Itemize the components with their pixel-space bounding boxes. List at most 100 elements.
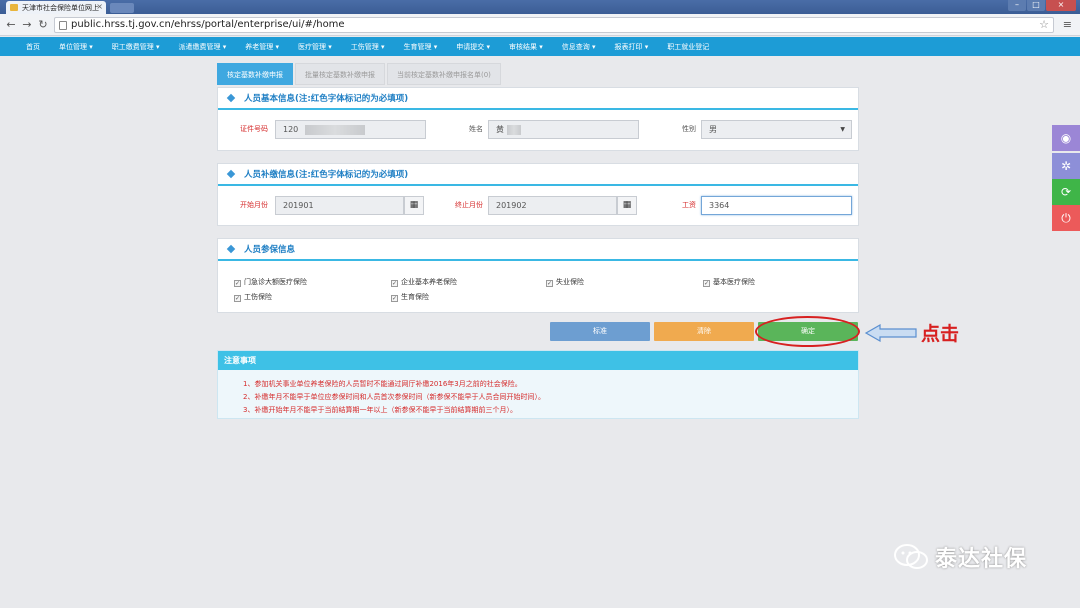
float-refresh-button[interactable]: ⟳ (1052, 179, 1080, 205)
calendar-icon[interactable]: ▦ (617, 196, 637, 215)
nav-item[interactable]: 工伤管理 ▾ (351, 42, 385, 52)
new-tab-button[interactable] (110, 3, 134, 13)
id-number-label: 证件号码 (240, 125, 268, 133)
insurance-checkbox[interactable]: ✓ 门急诊大额医疗保险 (234, 277, 307, 287)
subtabs: 核定基数补缴申报 批量核定基数补缴申报 当前核定基数补缴申报名单(0) (217, 63, 503, 85)
diamond-icon (226, 244, 236, 254)
close-window-icon[interactable]: × (1046, 0, 1076, 11)
gender-label: 性别 (682, 125, 696, 133)
nav-item[interactable]: 信息查询 ▾ (562, 42, 596, 52)
id-number-value: 120 (283, 125, 299, 134)
name-field[interactable]: 黄 (488, 120, 639, 139)
insurance-info-panel: 人员参保信息 ✓ 门急诊大额医疗保险 ✓ 企业基本养老保险 ✓ 失业保险 ✓ 基本医疗保… (217, 238, 859, 313)
address-bar[interactable]: public.hrss.tj.gov.cn/ehrss/portal/enter… (54, 17, 1054, 33)
insurance-label: 门急诊大额医疗保险 (244, 278, 307, 286)
nav-item[interactable]: 职工缴费管理 ▾ (112, 42, 160, 52)
insurance-label: 基本医疗保险 (713, 278, 755, 286)
nav-item[interactable]: 审核结果 ▾ (509, 42, 543, 52)
insurance-label: 生育保险 (401, 293, 429, 301)
minimize-icon[interactable]: – (1008, 0, 1026, 11)
basic-info-panel: 人员基本信息(注:红色字体标记的为必填项) 证件号码 120 姓名 黄 性别 男… (217, 87, 859, 151)
tab-batch-declaration[interactable]: 批量核定基数补缴申报 (295, 63, 385, 85)
bookmark-star-icon[interactable]: ☆ (1039, 18, 1049, 32)
watermark: 泰达社保 (893, 541, 1027, 573)
url-text: public.hrss.tj.gov.cn/ehrss/portal/enter… (71, 19, 345, 30)
clear-button[interactable]: 清除 (654, 322, 754, 341)
insurance-checkbox[interactable]: ✓ 企业基本养老保险 (391, 277, 457, 287)
end-month-label: 终止月份 (455, 201, 483, 209)
nav-item[interactable]: 首页 (26, 42, 40, 52)
close-tab-icon[interactable]: × (96, 2, 103, 11)
insurance-checkbox[interactable]: ✓ 失业保险 (546, 277, 584, 287)
click-annotation: 点击 (921, 323, 960, 345)
nav-item[interactable]: 派遣缴费管理 ▾ (179, 42, 227, 52)
insurance-label: 失业保险 (556, 278, 584, 286)
browser-menu-icon[interactable]: ≡ (1063, 18, 1072, 31)
insurance-checkbox[interactable]: ✓ 基本医疗保险 (703, 277, 755, 287)
forward-icon[interactable]: → (20, 18, 34, 32)
insurance-checkbox[interactable]: ✓ 生育保险 (391, 292, 429, 302)
checkbox-icon[interactable]: ✓ (391, 280, 398, 287)
reload-icon[interactable]: ↻ (36, 18, 50, 32)
wage-label: 工资 (682, 201, 696, 209)
nav-item[interactable]: 生育管理 ▾ (404, 42, 438, 52)
nav-item[interactable]: 报表打印 ▾ (615, 42, 649, 52)
wage-field[interactable]: 3364 (701, 196, 852, 215)
browser-tab[interactable]: 天津市社会保险单位网上 × (6, 1, 106, 14)
checkbox-icon[interactable]: ✓ (391, 295, 398, 302)
checkbox-icon[interactable]: ✓ (703, 280, 710, 287)
notice-line: 3、补缴开始年月不能早于当前结算期一年以上（新参保不能早于当前结算期前三个月）。 (243, 406, 517, 414)
panel-header: 人员补缴信息(注:红色字体标记的为必填项) (218, 164, 858, 186)
notice-line: 1、参加机关事业单位养老保险的人员暂时不能通过网厅补缴2016年3月之前的社会保… (243, 380, 522, 388)
insurance-label: 企业基本养老保险 (401, 278, 457, 286)
favicon-icon (10, 4, 18, 11)
window-controls: – □ × (1008, 0, 1076, 11)
start-month-label: 开始月份 (240, 201, 268, 209)
tab-current-list[interactable]: 当前核定基数补缴申报名单(0) (387, 63, 501, 85)
notice-title: 注意事项 (218, 351, 858, 370)
back-icon[interactable]: ← (4, 18, 18, 32)
name-value: 黄 (496, 125, 504, 134)
redacted-mask (506, 124, 521, 135)
name-label: 姓名 (469, 125, 483, 133)
gender-value: 男 (709, 125, 717, 134)
insurance-label: 工伤保险 (244, 293, 272, 301)
payment-info-panel: 人员补缴信息(注:红色字体标记的为必填项) 开始月份 201901 ▦ 终止月份… (217, 163, 859, 226)
maximize-icon[interactable]: □ (1027, 0, 1045, 11)
pointing-arrow-icon (864, 324, 917, 342)
notice-panel: 注意事项 1、参加机关事业单位养老保险的人员暂时不能通过网厅补缴2016年3月之… (217, 350, 859, 419)
notice-line: 2、补缴年月不能早于单位应参保时间和人员首次参保时间（新参保不能早于人员合同开始… (243, 393, 545, 401)
main-nav: 首页 单位管理 ▾ 职工缴费管理 ▾ 派遣缴费管理 ▾ 养老管理 ▾ 医疗管理 ▾ 工伤管理… (0, 37, 1080, 56)
calendar-icon[interactable]: ▦ (404, 196, 424, 215)
insurance-checkbox[interactable]: ✓ 工伤保险 (234, 292, 272, 302)
checkbox-icon[interactable]: ✓ (234, 280, 241, 287)
nav-item[interactable]: 养老管理 ▾ (245, 42, 279, 52)
chevron-down-icon: ▼ (840, 126, 845, 133)
float-eye-button[interactable]: ◉ (1052, 125, 1080, 151)
checkbox-icon[interactable]: ✓ (234, 295, 241, 302)
float-power-button[interactable]: ⏻ (1052, 205, 1080, 231)
start-month-field[interactable]: 201901 (275, 196, 404, 215)
wechat-icon (894, 544, 928, 569)
nav-item[interactable]: 医疗管理 ▾ (298, 42, 332, 52)
gender-select[interactable]: 男 ▼ (701, 120, 852, 139)
diamond-icon (226, 93, 236, 103)
end-month-field[interactable]: 201902 (488, 196, 617, 215)
tab-single-declaration[interactable]: 核定基数补缴申报 (217, 63, 293, 85)
checkbox-icon[interactable]: ✓ (546, 280, 553, 287)
nav-item[interactable]: 职工就业登记 (667, 42, 709, 52)
nav-item[interactable]: 申请提交 ▾ (456, 42, 490, 52)
basic-info-title: 人员基本信息(注:红色字体标记的为必填项) (244, 94, 409, 104)
float-tree-button[interactable]: ✲ (1052, 153, 1080, 179)
diamond-icon (226, 169, 236, 179)
highlight-circle (755, 316, 860, 347)
panel-header: 人员基本信息(注:红色字体标记的为必填项) (218, 88, 858, 110)
nav-item[interactable]: 单位管理 ▾ (59, 42, 93, 52)
insurance-info-title: 人员参保信息 (244, 245, 296, 255)
standard-button[interactable]: 标准 (550, 322, 650, 341)
page-info-icon[interactable] (59, 21, 67, 30)
browser-toolbar: ← → ↻ public.hrss.tj.gov.cn/ehrss/portal… (0, 14, 1080, 36)
browser-tab-title: 天津市社会保险单位网上 (22, 4, 99, 12)
id-number-field[interactable]: 120 (275, 120, 426, 139)
redacted-mask (304, 124, 365, 135)
